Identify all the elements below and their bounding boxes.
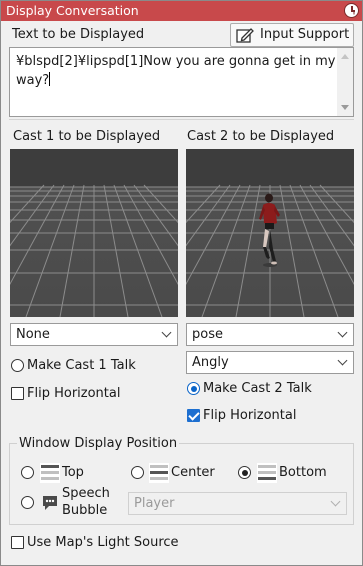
window-bottom-icon [257,463,277,483]
position-top-label: Top [62,465,84,480]
map-light-label: Use Map's Light Source [27,535,179,550]
input-support-label: Input Support [260,27,350,42]
text-caret [49,72,51,86]
cast2-talk-radio[interactable] [187,382,200,395]
clock-icon[interactable] [344,3,359,18]
speech-label-line2: Bubble [62,503,108,518]
group-border [9,443,17,444]
bubble-target-value: Player [134,496,175,511]
chevron-down-icon [330,496,341,507]
cast2-flip-checkbox[interactable] [187,409,200,422]
cast1-character-value: None [16,327,50,342]
cast2-header: Cast 2 to be Displayed [187,129,335,144]
cast1-header: Cast 1 to be Displayed [13,129,161,144]
cast2-preview [186,149,354,317]
dialogue-text-area[interactable]: ¥blspd[2]¥lipspd[1]Now you are gonna get… [9,47,354,117]
window-title: Display Conversation [6,3,139,18]
titlebar: Display Conversation [1,1,362,21]
map-light-checkbox[interactable] [11,536,24,549]
position-center-radio[interactable] [131,466,144,479]
cast2-expression-select[interactable]: Angly [186,351,354,374]
cast2-character-select[interactable]: pose [186,323,354,346]
cast1-talk-radio[interactable] [11,359,24,372]
position-bottom-label: Bottom [279,465,327,480]
window-position-label: Window Display Position [17,436,180,451]
edit-icon [236,28,254,43]
window-center-icon [149,463,169,483]
bubble-target-select[interactable]: Player [128,492,347,515]
chevron-down-icon [337,327,348,338]
cast1-character-select[interactable]: None [10,323,178,346]
position-speech-bubble-radio[interactable] [21,496,34,509]
scroll-up-arrow-icon[interactable] [341,54,349,59]
cast1-talk-label: Make Cast 1 Talk [27,358,136,373]
text-to-display-label: Text to be Displayed [12,27,145,42]
position-center-label: Center [171,465,215,480]
group-border [173,443,354,444]
cast2-character-value: pose [192,327,223,342]
cast2-flip-label: Flip Horizontal [203,408,297,423]
chevron-down-icon [161,327,172,338]
scroll-down-arrow-icon[interactable] [341,105,349,110]
text-scrollbar[interactable] [337,48,353,116]
display-conversation-window: Display Conversation Text to be Displaye… [0,0,363,566]
dialogue-text: ¥blspd[2]¥lipspd[1]Now you are gonna get… [16,54,336,88]
position-bottom-radio[interactable] [238,466,251,479]
position-top-radio[interactable] [21,466,34,479]
cast2-talk-label: Make Cast 2 Talk [203,381,312,396]
window-top-icon [40,463,60,483]
chevron-down-icon [337,355,348,366]
speech-label-line1: Speech [62,486,110,501]
cast1-flip-checkbox[interactable] [11,387,24,400]
cast2-expression-value: Angly [192,355,229,370]
section-divider [9,119,354,120]
speech-bubble-icon [43,496,57,510]
cast1-preview [10,149,178,317]
cast1-flip-label: Flip Horizontal [27,386,121,401]
input-support-button[interactable]: Input Support [230,23,354,47]
